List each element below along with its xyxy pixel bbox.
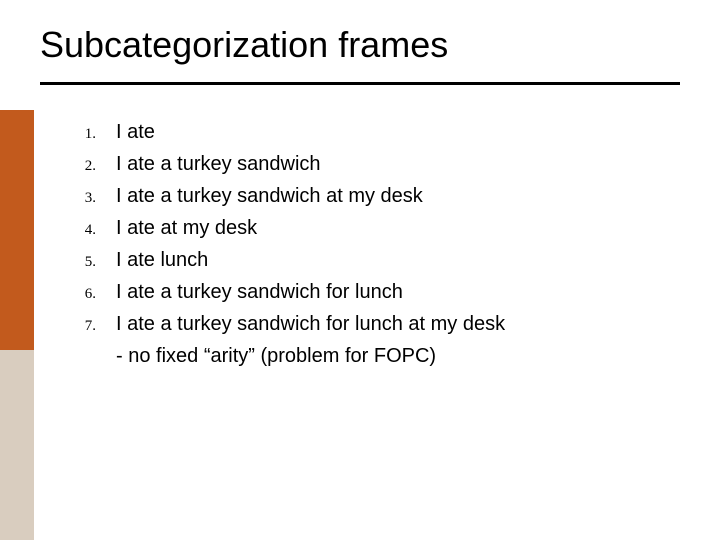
list-text: I ate a turkey sandwich for lunch at my …	[116, 310, 505, 338]
footnote: - no fixed “arity” (problem for FOPC)	[116, 342, 680, 370]
slide-title: Subcategorization frames	[40, 24, 448, 66]
list-item: 4. I ate at my desk	[60, 214, 680, 242]
list-text: I ate a turkey sandwich at my desk	[116, 182, 423, 210]
list-item: 2. I ate a turkey sandwich	[60, 150, 680, 178]
sidebar-accent-bottom	[0, 350, 34, 540]
list-text: I ate a turkey sandwich	[116, 150, 321, 178]
list-number: 1.	[60, 124, 116, 145]
sidebar-accent-top	[0, 110, 34, 350]
list-number: 4.	[60, 220, 116, 241]
list-item: 5. I ate lunch	[60, 246, 680, 274]
list-text: I ate	[116, 118, 155, 146]
list-number: 3.	[60, 188, 116, 209]
list-item: 1. I ate	[60, 118, 680, 146]
list-number: 6.	[60, 284, 116, 305]
list-item: 7. I ate a turkey sandwich for lunch at …	[60, 310, 680, 338]
list-item: 3. I ate a turkey sandwich at my desk	[60, 182, 680, 210]
title-rule	[40, 82, 680, 85]
list-number: 2.	[60, 156, 116, 177]
list-text: I ate a turkey sandwich for lunch	[116, 278, 403, 306]
numbered-list: 1. I ate 2. I ate a turkey sandwich 3. I…	[60, 118, 680, 370]
list-number: 7.	[60, 316, 116, 337]
list-item: 6. I ate a turkey sandwich for lunch	[60, 278, 680, 306]
list-text: I ate at my desk	[116, 214, 257, 242]
list-text: I ate lunch	[116, 246, 208, 274]
list-number: 5.	[60, 252, 116, 273]
slide: Subcategorization frames 1. I ate 2. I a…	[0, 0, 720, 540]
